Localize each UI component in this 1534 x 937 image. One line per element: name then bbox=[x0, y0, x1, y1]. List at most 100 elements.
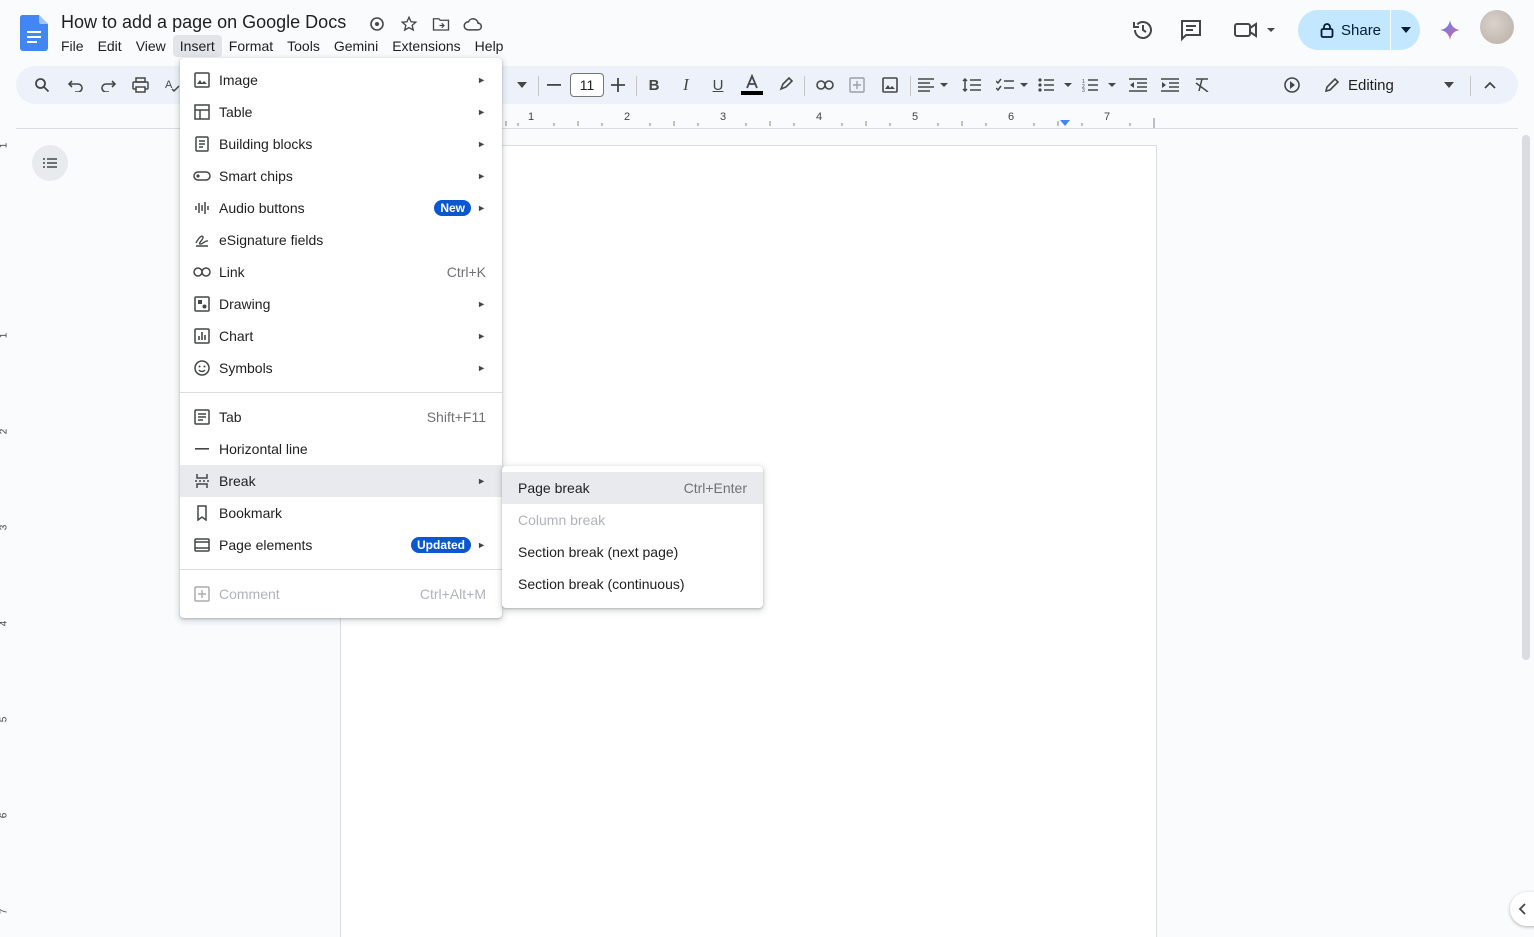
ruler-number: 2 bbox=[624, 111, 631, 123]
account-avatar[interactable] bbox=[1480, 10, 1514, 44]
cloud-saved-icon[interactable] bbox=[462, 14, 484, 34]
insert-symbols[interactable]: Symbols ► bbox=[180, 352, 502, 384]
insert-table[interactable]: Table ► bbox=[180, 96, 502, 128]
bold-icon[interactable]: B bbox=[642, 73, 666, 97]
insert-esignature-fields[interactable]: eSignature fields bbox=[180, 224, 502, 256]
decrease-indent-icon[interactable] bbox=[1126, 73, 1150, 97]
increase-font-size-icon[interactable] bbox=[606, 73, 630, 97]
font-dropdown-caret-icon[interactable] bbox=[510, 73, 534, 97]
comments-icon[interactable] bbox=[1178, 17, 1204, 43]
menu-edit[interactable]: Edit bbox=[91, 35, 129, 57]
vruler-number: 1 bbox=[0, 143, 9, 149]
shortcut-text: Ctrl+Enter bbox=[683, 480, 747, 496]
redo-icon[interactable] bbox=[96, 73, 120, 97]
page-break-item[interactable]: Page break Ctrl+Enter bbox=[502, 472, 763, 504]
document-title[interactable]: How to add a page on Google Docs bbox=[61, 12, 346, 33]
ruler-number: 1 bbox=[528, 111, 535, 123]
italic-icon[interactable]: I bbox=[674, 73, 698, 97]
horizontal-line-icon bbox=[192, 439, 212, 459]
labels-icon[interactable] bbox=[366, 14, 388, 34]
undo-icon[interactable] bbox=[64, 73, 88, 97]
underline-icon[interactable]: U bbox=[706, 73, 730, 97]
vruler-number: 7 bbox=[0, 909, 9, 915]
submenu-arrow-icon: ► bbox=[477, 299, 486, 309]
checklist-icon[interactable] bbox=[996, 73, 1030, 97]
insert-image[interactable]: Image ► bbox=[180, 64, 502, 96]
menu-help[interactable]: Help bbox=[468, 35, 511, 57]
document-outline-button[interactable] bbox=[32, 145, 68, 181]
insert-tab[interactable]: Tab Shift+F11 bbox=[180, 401, 502, 433]
star-icon[interactable] bbox=[398, 14, 420, 34]
search-menus-icon[interactable] bbox=[30, 73, 54, 97]
share-button[interactable]: Share bbox=[1298, 10, 1420, 50]
ruler-number: 7 bbox=[1104, 111, 1111, 123]
meet-icon[interactable] bbox=[1232, 17, 1278, 43]
smart-chips-icon bbox=[192, 166, 212, 186]
menu-format[interactable]: Format bbox=[222, 35, 280, 57]
insert-bookmark[interactable]: Bookmark bbox=[180, 497, 502, 529]
numbered-list-icon[interactable]: 123 bbox=[1082, 73, 1120, 97]
ruler-number: 4 bbox=[816, 111, 823, 123]
shortcut-text: Ctrl+K bbox=[446, 264, 486, 280]
vruler-number: 1 bbox=[0, 333, 9, 339]
text-color-icon[interactable] bbox=[740, 73, 764, 97]
increase-indent-icon[interactable] bbox=[1158, 73, 1182, 97]
insert-smart-chips[interactable]: Smart chips ► bbox=[180, 160, 502, 192]
vertical-ruler[interactable]: 1 1 2 3 4 5 6 7 bbox=[0, 130, 16, 937]
insert-chart[interactable]: Chart ► bbox=[180, 320, 502, 352]
column-break-item[interactable]: Column break bbox=[502, 504, 763, 536]
link-icon bbox=[192, 262, 212, 282]
submenu-arrow-icon: ► bbox=[477, 75, 486, 85]
menu-divider bbox=[180, 569, 502, 570]
gemini-icon[interactable] bbox=[1437, 17, 1463, 43]
shortcut-text: Ctrl+Alt+M bbox=[419, 586, 486, 602]
side-panel-toggle[interactable] bbox=[1510, 892, 1534, 926]
menu-extensions[interactable]: Extensions bbox=[385, 35, 467, 57]
highlight-color-icon[interactable] bbox=[774, 73, 798, 97]
menu-tools[interactable]: Tools bbox=[280, 35, 327, 57]
menu-insert[interactable]: Insert bbox=[172, 35, 222, 57]
section-break-continuous-item[interactable]: Section break (continuous) bbox=[502, 568, 763, 600]
svg-text:3: 3 bbox=[1082, 88, 1085, 92]
move-folder-icon[interactable] bbox=[430, 14, 452, 34]
share-options-dropdown[interactable] bbox=[1391, 27, 1420, 33]
share-label: Share bbox=[1341, 21, 1382, 39]
insert-horizontal-line[interactable]: Horizontal line bbox=[180, 433, 502, 465]
bookmark-icon bbox=[192, 503, 212, 523]
menu-gemini[interactable]: Gemini bbox=[327, 35, 385, 57]
menu-file[interactable]: File bbox=[54, 35, 91, 57]
vruler-number: 4 bbox=[0, 621, 9, 627]
section-break-next-page-item[interactable]: Section break (next page) bbox=[502, 536, 763, 568]
insert-break[interactable]: Break ► bbox=[180, 465, 502, 497]
print-icon[interactable] bbox=[128, 73, 152, 97]
horizontal-ruler[interactable]: 1 2 3 4 5 6 7 bbox=[500, 108, 1160, 130]
bulleted-list-icon[interactable] bbox=[1038, 73, 1076, 97]
editing-mode-dropdown[interactable]: Editing bbox=[1324, 73, 1454, 97]
insert-drawing[interactable]: Drawing ► bbox=[180, 288, 502, 320]
updated-badge: Updated bbox=[411, 537, 471, 553]
line-spacing-icon[interactable] bbox=[960, 73, 984, 97]
vruler-number: 2 bbox=[0, 429, 9, 435]
vruler-number: 3 bbox=[0, 525, 9, 531]
insert-building-blocks[interactable]: Building blocks ► bbox=[180, 128, 502, 160]
insert-link-icon[interactable] bbox=[813, 73, 837, 97]
clear-formatting-icon[interactable] bbox=[1190, 73, 1214, 97]
new-badge: New bbox=[434, 200, 471, 216]
vertical-scrollbar[interactable] bbox=[1522, 135, 1530, 660]
version-history-icon[interactable] bbox=[1130, 17, 1156, 43]
google-docs-logo-icon[interactable] bbox=[20, 15, 48, 51]
insert-menu: Image ► Table ► Building blocks ► Smart … bbox=[180, 58, 502, 618]
insert-comment[interactable]: Comment Ctrl+Alt+M bbox=[180, 578, 502, 610]
insert-image-icon[interactable] bbox=[878, 73, 902, 97]
align-icon[interactable] bbox=[918, 73, 952, 97]
submenu-arrow-icon: ► bbox=[477, 203, 486, 213]
add-comment-icon[interactable] bbox=[845, 73, 869, 97]
insert-page-elements[interactable]: Page elements Updated ► bbox=[180, 529, 502, 561]
hide-menus-chevron-icon[interactable] bbox=[1478, 73, 1502, 97]
mode-icon[interactable] bbox=[1280, 73, 1304, 97]
menu-view[interactable]: View bbox=[129, 35, 173, 57]
insert-audio-buttons[interactable]: Audio buttons New ► bbox=[180, 192, 502, 224]
insert-link[interactable]: Link Ctrl+K bbox=[180, 256, 502, 288]
font-size-input[interactable]: 11 bbox=[570, 73, 604, 97]
decrease-font-size-icon[interactable] bbox=[542, 73, 566, 97]
